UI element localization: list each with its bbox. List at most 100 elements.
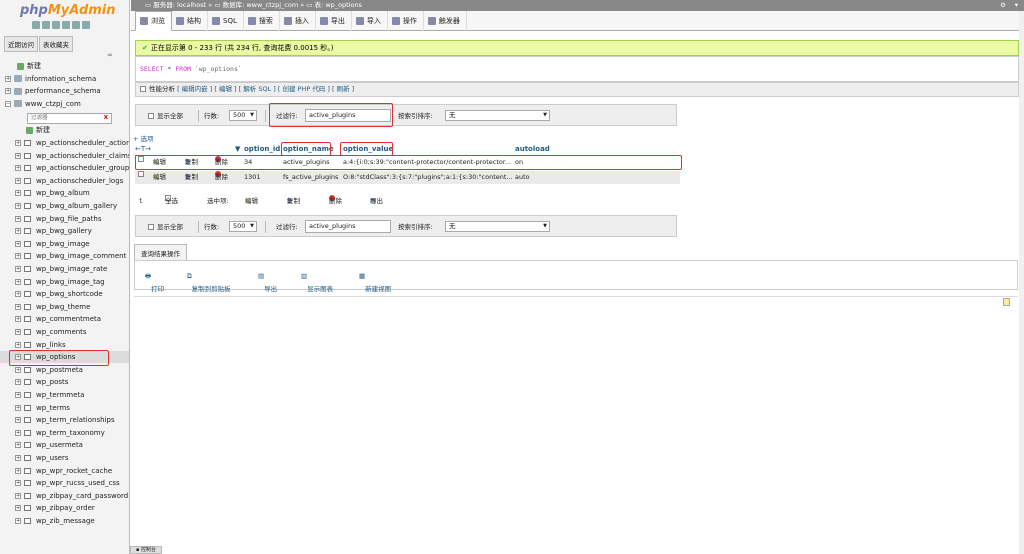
expand-icon[interactable]: + — [15, 316, 21, 323]
expand-icon[interactable]: + — [15, 366, 21, 373]
expand-icon[interactable]: + — [15, 442, 21, 449]
column-autoload[interactable]: autoload — [515, 143, 550, 155]
tab-export[interactable]: 导出 — [316, 11, 352, 31]
sql-docs-icon[interactable] — [62, 21, 70, 29]
expand-icon[interactable]: − — [5, 100, 11, 107]
gear-icon[interactable]: ⚙ — [1000, 0, 1006, 11]
table-icon[interactable] — [24, 303, 31, 310]
table-icon[interactable] — [24, 329, 31, 335]
table-icon[interactable] — [24, 278, 31, 285]
table-icon[interactable] — [24, 341, 31, 348]
show-all-checkbox[interactable] — [148, 113, 154, 119]
table-icon[interactable] — [24, 240, 31, 247]
expand-icon[interactable]: + — [15, 429, 21, 436]
sort-by-index-select[interactable]: 无 ▼ — [445, 221, 550, 232]
table-icon[interactable] — [24, 467, 31, 474]
clear-filter-icon[interactable]: X — [104, 114, 108, 123]
table-icon[interactable] — [24, 253, 31, 260]
create-view-button[interactable]: ▦ 新建视图 — [359, 272, 391, 293]
phpmyadmin-logo[interactable]: phpMyAdmin — [20, 3, 116, 18]
inline-edit-link[interactable]: [ 编辑内嵌 ] — [177, 85, 212, 93]
table-icon[interactable] — [24, 165, 31, 172]
tab-browse[interactable]: 浏览 — [135, 11, 172, 31]
table-icon[interactable] — [24, 152, 31, 159]
table-icon[interactable] — [24, 203, 31, 209]
expand-icon[interactable]: + — [15, 341, 21, 348]
table-icon[interactable] — [24, 379, 31, 386]
rows-per-page-select[interactable]: 500 ▼ — [229, 110, 257, 121]
row-checkbox[interactable] — [138, 171, 144, 177]
expand-icon[interactable]: + — [15, 392, 21, 398]
explain-sql-link[interactable]: [ 解析 SQL ] — [239, 85, 276, 93]
display-chart-button[interactable]: ▥ 显示图表 — [301, 272, 333, 293]
expand-icon[interactable]: + — [15, 266, 21, 272]
expand-icon[interactable]: + — [15, 215, 21, 222]
tab-operations[interactable]: 操作 — [388, 11, 424, 31]
expand-icon[interactable]: + — [15, 253, 21, 260]
expand-icon[interactable]: + — [15, 177, 21, 184]
sort-caret-icon[interactable]: ▼ — [235, 143, 240, 155]
expand-icon[interactable]: + — [15, 467, 21, 474]
table-icon[interactable] — [24, 392, 31, 398]
table-icon[interactable] — [24, 505, 31, 512]
tab-search[interactable]: 搜索 — [244, 11, 280, 31]
collapse-icon[interactable]: ▾ — [1015, 0, 1018, 11]
expand-icon[interactable]: + — [15, 165, 21, 172]
settings-icon[interactable] — [72, 21, 80, 29]
expand-icon[interactable]: + — [15, 228, 21, 235]
reload-icon[interactable] — [82, 21, 90, 29]
expand-icon[interactable]: + — [15, 480, 21, 487]
profiling-checkbox[interactable] — [140, 86, 146, 92]
table-icon[interactable] — [24, 442, 31, 449]
expand-icon[interactable]: + — [15, 492, 21, 499]
table-icon[interactable] — [24, 316, 31, 323]
table-icon[interactable] — [24, 480, 31, 487]
expand-icon[interactable]: + — [5, 88, 11, 95]
create-php-link[interactable]: [ 创建 PHP 代码 ] — [278, 85, 330, 93]
table-icon[interactable] — [24, 404, 31, 411]
table-icon[interactable] — [24, 177, 31, 184]
tab-triggers[interactable]: 触发器 — [424, 11, 467, 31]
docs-icon[interactable] — [52, 21, 60, 29]
expand-icon[interactable]: + — [15, 291, 21, 298]
tab-sql[interactable]: SQL — [208, 11, 244, 31]
logout-icon[interactable] — [42, 21, 50, 29]
table-icon[interactable] — [24, 190, 31, 197]
table-icon[interactable] — [24, 266, 31, 272]
table-icon[interactable] — [24, 366, 31, 373]
filter-rows-input[interactable]: active_plugins — [305, 220, 391, 233]
expand-icon[interactable]: + — [15, 404, 21, 411]
table-icon[interactable] — [24, 518, 31, 524]
expand-icon[interactable]: + — [15, 518, 21, 524]
refresh-link[interactable]: [ 刷新 ] — [332, 85, 354, 93]
table-icon[interactable] — [24, 215, 31, 222]
options-toggle[interactable]: + 选项 — [133, 133, 154, 143]
home-icon[interactable] — [32, 21, 40, 29]
tab-insert[interactable]: 插入 — [280, 11, 316, 31]
breadcrumb-database[interactable]: www_ctzpj_com — [246, 1, 298, 9]
breadcrumb-server[interactable]: localhost — [177, 1, 206, 9]
expand-icon[interactable]: + — [5, 75, 11, 82]
rows-per-page-select[interactable]: 500 ▼ — [229, 221, 257, 232]
expand-icon[interactable]: + — [15, 278, 21, 285]
expand-icon[interactable]: + — [15, 329, 21, 335]
table-icon[interactable] — [24, 140, 31, 146]
expand-icon[interactable]: + — [15, 190, 21, 197]
expand-icon[interactable]: + — [15, 379, 21, 386]
expand-icon[interactable]: + — [15, 240, 21, 247]
link-with-main-icon[interactable]: ∞ — [107, 51, 113, 59]
breadcrumb-table[interactable]: wp_options — [325, 1, 362, 9]
edit-link[interactable]: [ 编辑 ] — [214, 85, 236, 93]
expand-icon[interactable]: + — [15, 303, 21, 310]
bookmark-icon[interactable] — [1003, 298, 1010, 306]
column-option-id[interactable]: option_id — [244, 143, 280, 155]
column-arrows[interactable]: ←T→ — [135, 143, 151, 155]
table-icon[interactable] — [24, 228, 31, 235]
console-toggle[interactable]: ▪ 控制台 — [130, 546, 162, 554]
scrollbar[interactable] — [1019, 11, 1024, 554]
expand-icon[interactable]: + — [15, 203, 21, 209]
show-all-checkbox[interactable] — [148, 224, 154, 230]
expand-icon[interactable]: + — [15, 505, 21, 512]
table-icon[interactable] — [24, 291, 31, 298]
expand-icon[interactable]: + — [15, 140, 21, 146]
